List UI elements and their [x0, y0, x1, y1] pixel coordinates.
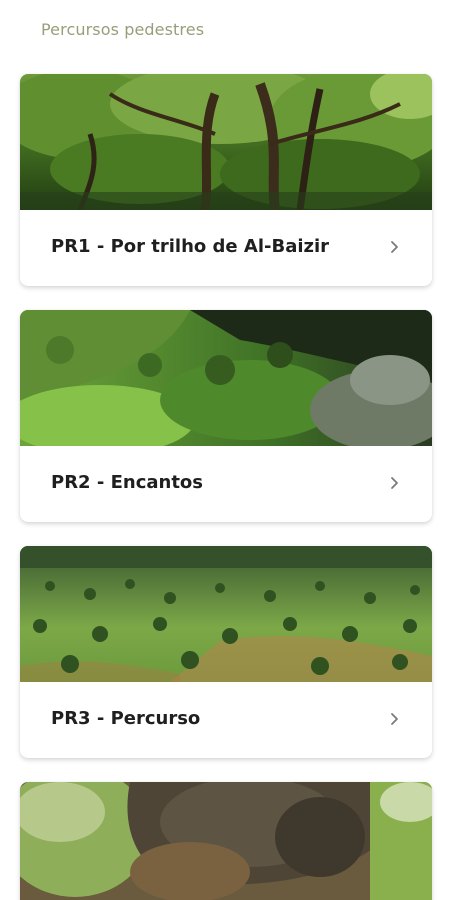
- trail-card-pr1[interactable]: PR1 - Por trilho de Al-Baizir: [20, 74, 432, 286]
- trail-title: PR3 - Percurso: [51, 708, 201, 729]
- trail-card-footer: PR2 - Encantos: [20, 446, 432, 522]
- trail-card-footer: PR3 - Percurso: [20, 682, 432, 758]
- chevron-right-icon: [391, 713, 398, 725]
- trail-title: PR1 - Por trilho de Al-Baizir: [51, 236, 330, 257]
- chevron-right-icon: [391, 477, 398, 489]
- trail-photo-plain: [20, 546, 432, 682]
- trail-photo-rocks: [20, 782, 432, 900]
- trails-screen: Percursos pedestres PR1 - Por trilho de …: [0, 0, 452, 900]
- trail-photo-forest: [20, 74, 432, 210]
- trail-title: PR2 - Encantos: [51, 472, 204, 493]
- trail-photo-hillside: [20, 310, 432, 446]
- trail-card-footer: PR1 - Por trilho de Al-Baizir: [20, 210, 432, 286]
- section-title: Percursos pedestres: [41, 20, 205, 39]
- trail-card-pr4[interactable]: [20, 782, 432, 900]
- chevron-right-icon: [391, 241, 398, 253]
- trail-card-pr3[interactable]: PR3 - Percurso: [20, 546, 432, 758]
- trail-card-pr2[interactable]: PR2 - Encantos: [20, 310, 432, 522]
